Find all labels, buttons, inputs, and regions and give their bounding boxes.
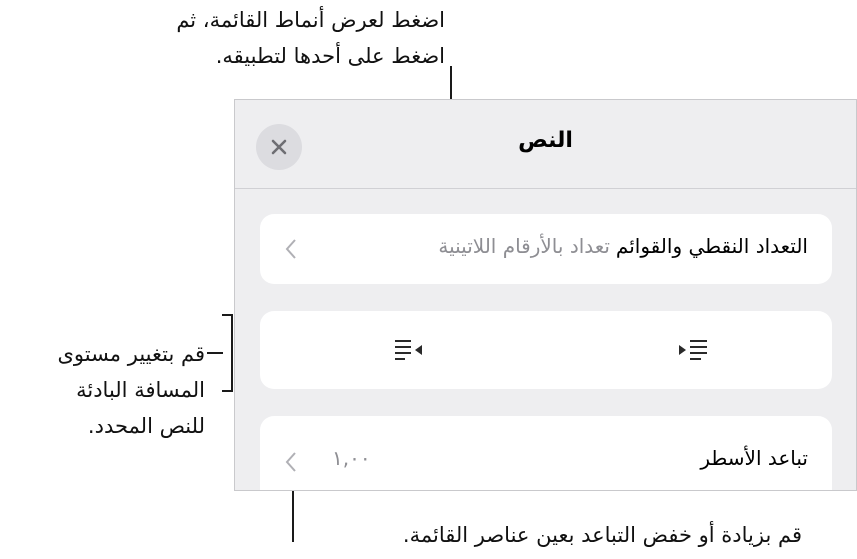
callout-line-spacing: قم بزيادة أو خفض التباعد بعين عناصر القا… xyxy=(402,523,802,547)
callout-bracket-left-stem xyxy=(207,352,223,354)
close-button[interactable] xyxy=(256,124,302,170)
chevron-left-icon xyxy=(285,239,296,259)
callout-line-2: المسافة البادئة xyxy=(76,378,205,402)
callout-line-3: للنص المحدد. xyxy=(87,414,205,438)
callout-indent: قم بتغيير مستوى المسافة البادئة للنص الم… xyxy=(57,336,205,444)
increase-indent-button[interactable] xyxy=(677,338,709,362)
bullets-lists-label: التعداد النقطي والقوائم xyxy=(615,234,808,258)
increase-indent-icon xyxy=(679,340,707,360)
panel-header: النص xyxy=(235,100,856,188)
callout-line-2: اضغط على أحدها لتطبيقه. xyxy=(215,44,445,68)
callout-bracket-left-top xyxy=(222,314,233,316)
callout-line-1: قم بتغيير مستوى xyxy=(57,342,205,366)
line-spacing-row[interactable]: تباعد الأسطر ١,٠٠ xyxy=(260,416,832,490)
line-spacing-value: ١,٠٠ xyxy=(332,446,371,470)
line-spacing-label: تباعد الأسطر xyxy=(700,446,808,470)
callout-bracket-left-bottom xyxy=(222,390,233,392)
bullets-lists-row[interactable]: التعداد النقطي والقوائم تعداد بالأرقام ا… xyxy=(260,214,832,284)
close-icon xyxy=(271,139,287,155)
callout-list-styles: اضغط لعرض أنماط القائمة، ثم اضغط على أحد… xyxy=(176,2,445,74)
callout-line-1: اضغط لعرض أنماط القائمة، ثم xyxy=(176,8,445,32)
indent-controls xyxy=(260,311,832,389)
text-format-panel: النص التعداد النقطي والقوائم تعداد بالأر… xyxy=(234,99,857,491)
decrease-indent-button[interactable] xyxy=(393,338,425,362)
callout-bracket-left-vertical xyxy=(231,314,233,392)
current-list-style-value: تعداد بالأرقام اللاتينية xyxy=(438,234,610,258)
chevron-left-icon xyxy=(285,452,296,472)
decrease-indent-icon xyxy=(395,340,422,360)
panel-title: النص xyxy=(518,128,573,153)
header-divider xyxy=(235,188,856,189)
